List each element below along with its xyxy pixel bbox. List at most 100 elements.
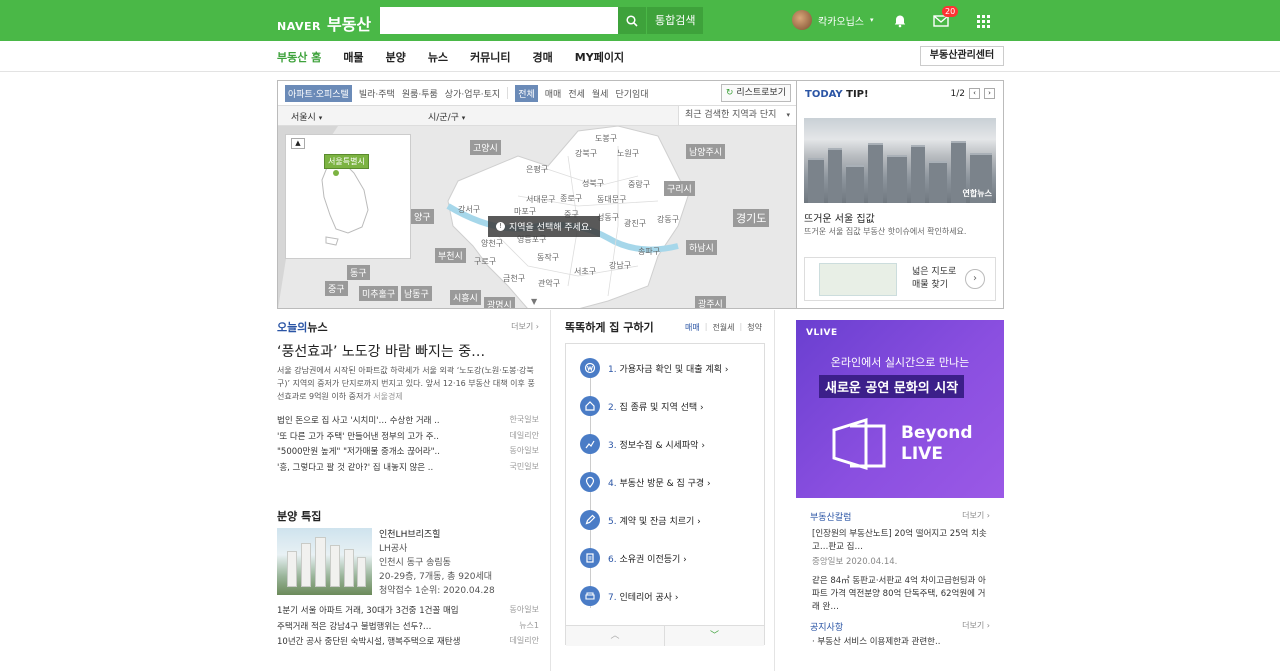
notification-button[interactable] [890, 11, 910, 31]
search-button[interactable] [618, 7, 646, 34]
district-label[interactable]: 강남구 [609, 260, 631, 271]
district-label[interactable]: 종로구 [560, 193, 582, 204]
map-canvas[interactable]: ▲ 서울특별시 고양시 남양주시 구리시 하남시 경기도 부천시 시흥시 광명시… [278, 126, 796, 308]
today-tip-panel: TODAY TIP! 1/2 ‹ › 연합뉴스 뜨거운 서울 집값 뜨거운 서울… [797, 80, 1004, 309]
presale-name[interactable]: 인천LH브리즈힐 [379, 528, 495, 542]
list-view-button[interactable]: ↻ 리스트로보기 [720, 84, 791, 102]
tip-title[interactable]: 뜨거운 서울 집값 [804, 210, 875, 225]
guide-step[interactable]: 5. 계약 및 잔금 치르기 › [580, 510, 701, 530]
district-label[interactable]: 양천구 [481, 238, 503, 249]
nav-item-home[interactable]: 부동산 홈 [277, 49, 321, 65]
search-input[interactable] [380, 7, 618, 34]
chevron-left-icon[interactable]: ‹ [969, 88, 980, 99]
tab-subscription[interactable]: 청약 [747, 322, 762, 333]
vlive-banner-ad[interactable]: VLIVE 온라인에서 실시간으로 만나는 새로운 공연 문화의 시작 Beyo… [796, 320, 1004, 498]
district-label[interactable]: 중랑구 [628, 179, 650, 190]
district-label[interactable]: 구로구 [474, 256, 496, 267]
notice-more-link[interactable]: 더보기 › [962, 620, 990, 633]
district-select[interactable]: 시/군/구 ▾ [428, 110, 465, 123]
apps-button[interactable] [973, 11, 993, 31]
district-label[interactable]: 서초구 [574, 266, 596, 277]
list-item[interactable]: 주택거래 적은 강남4구 불법행위는 선두?… 뉴스1 [277, 620, 539, 636]
management-center-button[interactable]: 부동산관리센터 [920, 46, 1004, 66]
column-more-link[interactable]: 더보기 › [962, 510, 990, 523]
guide-step[interactable]: 7. 인테리어 공사 › [580, 586, 678, 606]
district-label[interactable]: 은평구 [526, 164, 548, 175]
nav-item-mypage[interactable]: MY페이지 [575, 49, 624, 65]
list-item[interactable]: '흥, 그렇다고 팔 것 같아?' 집 내놓지 않은 .. 국민일보 [277, 461, 539, 477]
mini-map[interactable]: ▲ 서울특별시 [285, 134, 411, 259]
arrow-right-icon[interactable]: › [965, 269, 985, 289]
district-label[interactable]: 도봉구 [595, 133, 617, 144]
tab-oneroom-tworoom[interactable]: 원룸·투룸 [402, 87, 438, 100]
notice-item[interactable]: · 부동산 서비스 이용제한과 관련한.. [812, 636, 988, 649]
triangle-down-icon[interactable]: ▼ [531, 297, 537, 306]
district-label[interactable]: 노원구 [617, 148, 639, 159]
step-number: 1. [608, 364, 617, 375]
chevron-down-icon[interactable]: ﹀ [665, 626, 764, 646]
chevron-up-icon[interactable]: ︿ [566, 626, 665, 646]
chevron-right-icon[interactable]: › [984, 88, 995, 99]
deal-tab-jeonse[interactable]: 전세 [568, 87, 585, 100]
presale-news-title: 주택거래 적은 강남4구 불법행위는 선두?… [277, 621, 432, 632]
tab-apartment-officetel[interactable]: 아파트·오피스텔 [285, 84, 352, 102]
tip-today-label: TODAY [805, 89, 843, 100]
district-label[interactable]: 송파구 [638, 246, 660, 257]
place-label: 양구 [411, 209, 434, 224]
district-label[interactable]: 서대문구 [526, 194, 555, 205]
district-label[interactable]: 관악구 [538, 278, 560, 289]
nav-item-presale[interactable]: 분양 [386, 49, 406, 65]
list-item[interactable]: 법인 돈으로 집 사고 '시치미'… 수상한 거래 .. 한국일보 [277, 414, 539, 430]
district-label[interactable]: 광진구 [624, 218, 646, 229]
column-article-2[interactable]: 같은 84㎡ 동판교·서판교 4억 차이고급헌팅과 아파트 가격 역전분양 80… [812, 575, 988, 614]
district-label[interactable]: 성동구 [597, 212, 619, 223]
district-label[interactable]: 동작구 [537, 252, 559, 263]
mail-count-badge: 20 [942, 6, 959, 17]
news-headline[interactable]: ‘풍선효과’ 노도강 바람 빠지는 중… [277, 341, 485, 361]
district-label[interactable]: 강동구 [657, 214, 679, 225]
guide-step[interactable]: 1. 가용자금 확인 및 대출 계획 › [580, 358, 728, 378]
total-search-button[interactable]: 통합검색 [647, 7, 704, 34]
district-label[interactable]: 성북구 [582, 178, 604, 189]
presale-image[interactable] [277, 528, 372, 595]
guide-step[interactable]: 6. 소유권 이전등기 › [580, 548, 687, 568]
tab-commercial-land[interactable]: 상가·업무·토지 [445, 87, 500, 100]
district-label[interactable]: 동대문구 [597, 194, 626, 205]
list-item[interactable]: "5000만원 높게" "저가매물 중개소 끊어라".. 동아일보 [277, 445, 539, 461]
tip-image[interactable]: 연합뉴스 [804, 118, 996, 203]
list-item[interactable]: 1분기 서울 아파트 거래, 30대가 3건중 1건꼴 매입 동아일보 [277, 604, 539, 620]
tab-jeonse-monthly[interactable]: 전월세 [712, 322, 734, 333]
list-item[interactable]: '또 다른 고가 주택' 만들어낸 정부의 고가 주.. 데일리안 [277, 430, 539, 446]
refresh-icon: ↻ [725, 88, 734, 98]
news-summary[interactable]: 서울 강남권에서 시작된 아파트값 하락세가 서울 외곽 ‘노도강(노원·도봉·… [277, 364, 539, 403]
nav-item-news[interactable]: 뉴스 [428, 49, 448, 65]
guide-step[interactable]: 2. 집 종류 및 지역 선택 › [580, 396, 704, 416]
nav-item-community[interactable]: 커뮤니티 [470, 49, 510, 65]
user-menu[interactable]: 칵카오닙스 ▾ [792, 10, 874, 30]
deal-tab-all[interactable]: 전체 [515, 84, 538, 102]
tab-sale[interactable]: 매매 [685, 322, 700, 333]
city-select[interactable]: 서울시 ▾ [291, 110, 322, 123]
chevron-down-icon: ▾ [786, 111, 790, 119]
guide-step[interactable]: 4. 부동산 방문 & 집 구경 › [580, 472, 711, 492]
district-label[interactable]: 강북구 [575, 148, 597, 159]
deal-tab-monthly[interactable]: 월세 [592, 87, 609, 100]
news-title-text: 뉴스 [307, 321, 328, 334]
deal-tab-sale[interactable]: 매매 [545, 87, 562, 100]
list-item[interactable]: 10년간 공사 중단된 숙박시설, 행복주택으로 재탄생 데일리안 [277, 635, 539, 651]
nav-item-auction[interactable]: 경매 [533, 49, 553, 65]
news-item-title: '흥, 그렇다고 팔 것 같아?' 집 내놓지 않은 .. [277, 462, 434, 473]
news-more-link[interactable]: 더보기 › [511, 321, 539, 332]
district-label[interactable]: 강서구 [458, 204, 480, 215]
wide-map-card[interactable]: 넓은 지도로 매물 찾기 › [804, 257, 996, 301]
tab-villa-house[interactable]: 빌라·주택 [359, 87, 395, 100]
district-label[interactable]: 금천구 [503, 273, 525, 284]
recent-search-dropdown[interactable]: 최근 검색한 지역과 단지 ▾ [678, 106, 796, 125]
logo[interactable]: NAVER 부동산 [277, 11, 371, 35]
tooltip-text: 지역을 선택해 주세요. [509, 223, 593, 233]
guide-step[interactable]: 3. 정보수집 & 시세파악 › [580, 434, 705, 454]
nav-item-listings[interactable]: 매물 [343, 49, 363, 65]
column-article-1[interactable]: [인장원의 부동산노트] 20억 떨어지고 25억 치솟고…판교 집… [812, 528, 988, 554]
deal-tab-short-term[interactable]: 단기임대 [615, 87, 648, 100]
mail-button[interactable]: 20 [931, 6, 959, 31]
